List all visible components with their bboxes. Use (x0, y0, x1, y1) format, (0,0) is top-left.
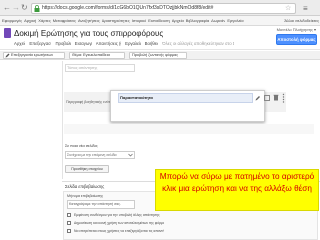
theme-label: Θέμα: Εγκυκλοπαίδεια (72, 53, 110, 57)
chevron-down-icon (128, 153, 133, 157)
account-menu[interactable]: Μοντέλο Πλοήγησης ▾ (262, 27, 316, 33)
lock-icon (34, 5, 40, 12)
menu-help[interactable]: Βοήθεια (145, 40, 159, 48)
bookmark-item[interactable]: Ιστορικό (132, 17, 147, 25)
bookmarks-list: Εφαρμογές Αρχική Χάρτες Μεταφράσεις Αναζ… (2, 17, 282, 25)
option-label: Εμφάνιση συνδέσμου για την υποβολή άλλης… (74, 213, 160, 217)
menu-bar: Αρχείο Επεξεργασία Προβολή Εισαγωγή Απαν… (14, 40, 234, 48)
edit-question-icon[interactable] (255, 95, 261, 101)
answer-input-placeholder: Τύπος απάντησης (67, 66, 98, 70)
menu-edit[interactable]: Επεξεργασία (29, 40, 51, 48)
bookmark-item[interactable]: Δραστηριότητες (102, 17, 130, 25)
save-status: Όλες οι αλλαγές αποθηκεύτηκαν στο Drive (162, 41, 234, 46)
option-checkbox[interactable] (67, 229, 71, 233)
option-checkbox[interactable] (67, 221, 71, 225)
confirmation-message-label: Μήνυμα επιβεβαίωσης (67, 194, 104, 198)
go-to-page-select-value: Συνέχεια με την επόμενη σελίδα (67, 153, 117, 157)
bookmark-item[interactable]: Αρχική (24, 17, 36, 25)
star-icon[interactable]: ☆ (285, 4, 293, 13)
confirmation-message-value: Καταγράψαμε την απάντησή σας. (69, 202, 121, 206)
bookmark-item[interactable]: Εφαρμογές (2, 17, 22, 25)
edit-questions-label: Επεξεργασία ερωτήσεων (11, 53, 54, 57)
menu-tools[interactable]: Εργαλεία (125, 40, 141, 48)
reload-icon[interactable]: ↻ (21, 4, 29, 12)
bookmark-item[interactable]: Αρχεία (172, 17, 184, 25)
bookmark-item[interactable]: Εκπαίδευση (148, 17, 169, 25)
option-label: Να επιτρέπεται στους χρήστες να επεξεργά… (74, 229, 164, 233)
forward-icon[interactable]: → (12, 4, 20, 12)
menu-responses[interactable]: Απαντήσεις (0) (96, 40, 121, 48)
bookmark-item[interactable]: Δωρεάν (211, 17, 225, 25)
menu-icon[interactable]: ≡ (303, 4, 313, 13)
bookmark-item[interactable]: Χάρτες (38, 17, 51, 25)
bookmark-item[interactable]: Βιβλιογραφία (186, 17, 209, 25)
annotation-text: Μπορώ να σύρω με πατημένο το αριστερό κλ… (159, 172, 315, 193)
send-form-label: Αποστολή φόρμας (277, 37, 316, 42)
confirmation-heading: Σελίδα επιβεβαίωσης (65, 184, 105, 189)
delete-question-icon[interactable] (273, 94, 279, 101)
menu-insert[interactable]: Εισαγωγή (75, 40, 92, 48)
menu-view[interactable]: Προβολή (55, 40, 70, 48)
doc-title[interactable]: Δοκιμή Ερώτησης για τους σπιρροφόρους (14, 28, 184, 39)
drag-handle-icon[interactable] (282, 93, 285, 103)
go-to-page-label: Σε ποια νέα σελίδα; (65, 144, 98, 148)
duplicate-question-icon[interactable] (264, 95, 270, 101)
add-item-label: Προσθήκη στοιχείου (71, 167, 103, 171)
other-bookmarks[interactable]: Άλλοι σελιδοδείκτες (284, 17, 319, 25)
view-live-form-label: Προβολή ζωντανής φόρμας (132, 53, 179, 57)
menu-file[interactable]: Αρχείο (14, 40, 25, 48)
forms-logo-icon[interactable] (4, 28, 11, 38)
edit-icon (5, 53, 10, 58)
option-checkbox[interactable] (67, 213, 71, 217)
bookmark-item[interactable]: Αναζητήσεις (78, 17, 100, 25)
url-text[interactable]: https://docs.google.com/forms/d/1cG6bO1Q… (42, 4, 282, 13)
question-placeholder-area (64, 124, 314, 134)
question-dragged-title: Παραστατικότητα (120, 95, 153, 100)
back-icon[interactable]: ← (3, 4, 11, 12)
bookmark-item[interactable]: Εργαλεία (227, 17, 243, 25)
bookmark-item[interactable]: Μεταφράσεις (53, 17, 76, 25)
option-label: Δημοσίευση και κοινή χρήση των αποτελεσμ… (74, 221, 164, 225)
form-body-border (62, 61, 63, 179)
